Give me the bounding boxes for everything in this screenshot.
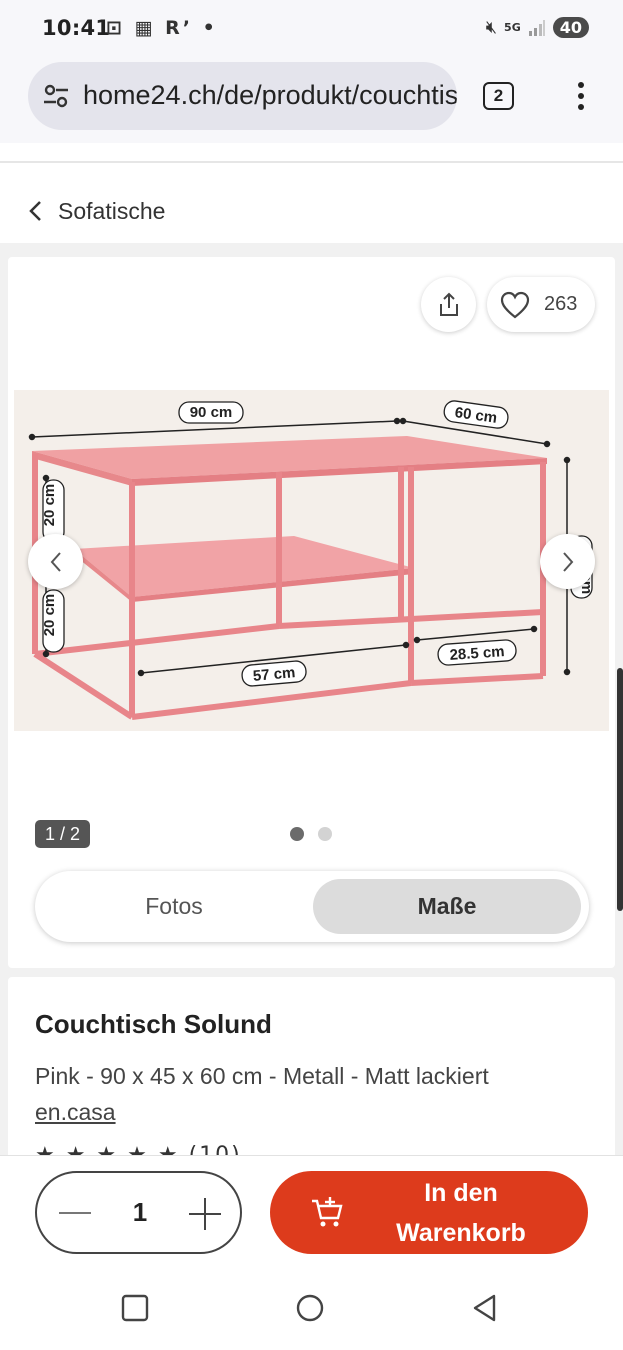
quantity-value[interactable]: 1 (122, 1197, 158, 1228)
label-lower-gap: 20 cm (41, 594, 58, 637)
share-icon (439, 292, 458, 316)
image-counter: 1 / 2 (35, 820, 90, 848)
plus-icon[interactable] (187, 1196, 223, 1232)
label-width: 90 cm (190, 404, 233, 421)
back-label: Sofatische (58, 197, 166, 224)
table-dimensions-illustration: 90 cm 60 cm 20 cm 20 cm 57 cm 28.5 cm 45… (28, 400, 595, 720)
share-button[interactable] (421, 277, 476, 332)
battery-indicator: 40 (552, 17, 589, 38)
media-type-switch: Fotos Maße (35, 871, 589, 942)
favorite-button[interactable]: 263 (487, 277, 595, 332)
page-header: Sofatische (0, 143, 623, 243)
product-gallery: 263 90 cm 60 cm 20 cm 20 cm 57 cm 28.5 c… (8, 257, 615, 968)
chevron-left-icon (50, 551, 61, 572)
tab-masse[interactable]: Maße (313, 879, 581, 934)
site-settings-icon[interactable] (43, 83, 69, 109)
home-icon[interactable] (295, 1293, 325, 1323)
address-bar[interactable]: home24.ch/de/produkt/couchtisch-solund (28, 62, 457, 130)
status-right: 🔇︎ 5G 40 (486, 17, 589, 38)
pagination-dot-2[interactable] (318, 827, 332, 841)
browser-toolbar: home24.ch/de/produkt/couchtisch-solund 2 (0, 60, 623, 143)
pagination-dot-1[interactable] (290, 827, 304, 841)
cart-plus-icon (312, 1197, 343, 1227)
label-upper-gap: 20 cm (41, 484, 58, 527)
chevron-right-icon (562, 551, 573, 572)
back-to-category-link[interactable]: Sofatische (28, 193, 188, 229)
previous-image-button[interactable] (28, 534, 83, 589)
favorite-count: 263 (544, 293, 578, 315)
next-image-button[interactable] (540, 534, 595, 589)
brand-link[interactable]: en.casa (35, 1099, 116, 1126)
network-type: 5G (504, 20, 521, 34)
browser-menu-icon[interactable] (570, 79, 592, 113)
product-image[interactable]: 90 cm 60 cm 20 cm 20 cm 57 cm 28.5 cm 45… (14, 390, 609, 731)
status-bar: 10:41 ⊡ ▦ R’ • 🔇︎ 5G 40 (0, 0, 623, 60)
product-info: Couchtisch Solund Pink - 90 x 45 x 60 cm… (8, 977, 615, 1177)
add-to-cart-bar: 1 In den Warenkorb (0, 1155, 623, 1267)
add-to-cart-label: In den Warenkorb (370, 1173, 552, 1253)
system-navigation-bar (0, 1267, 623, 1350)
mute-icon: 🔇︎ (485, 17, 498, 38)
recents-icon[interactable] (120, 1293, 150, 1323)
add-to-cart-button[interactable]: In den Warenkorb (270, 1171, 588, 1254)
add-to-cart-line1: In den (424, 1179, 498, 1207)
product-title: Couchtisch Solund (35, 1009, 272, 1039)
product-subtitle: Pink - 90 x 45 x 60 cm - Metall - Matt l… (35, 1063, 489, 1089)
minus-icon[interactable] (57, 1198, 93, 1228)
status-time: 10:41 (42, 16, 111, 40)
heart-icon (500, 291, 530, 318)
tab-count-button[interactable]: 2 (483, 82, 514, 110)
tab-fotos[interactable]: Fotos (35, 871, 313, 942)
page-scrollbar[interactable] (617, 668, 623, 911)
back-icon[interactable] (470, 1293, 500, 1323)
quantity-stepper: 1 (35, 1171, 242, 1254)
signal-icon (528, 19, 545, 36)
pagination-dots (290, 827, 332, 841)
add-to-cart-line2: Warenkorb (396, 1219, 526, 1247)
url-text[interactable]: home24.ch/de/produkt/couchtisch-solund (83, 80, 457, 111)
chevron-left-icon (29, 201, 41, 221)
status-notification-icons: ⊡ ▦ R’ • (106, 17, 218, 39)
